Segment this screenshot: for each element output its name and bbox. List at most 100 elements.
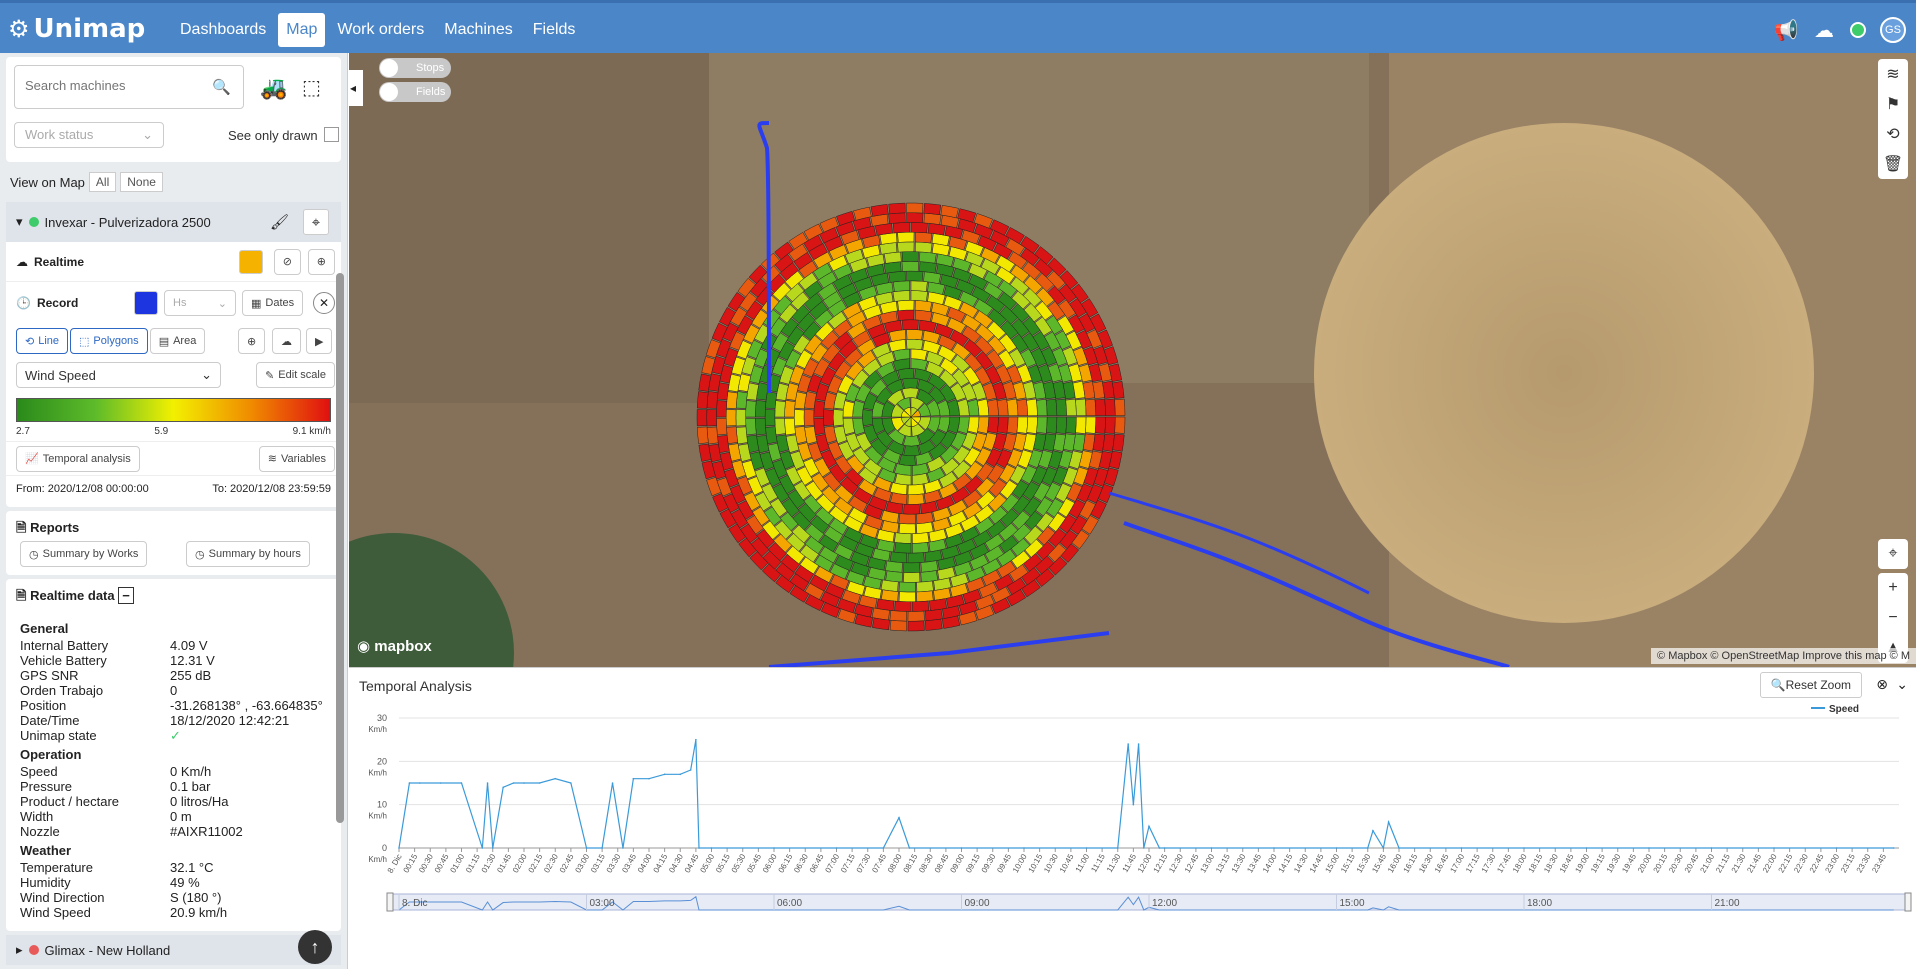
map-attribution[interactable]: © Mapbox © OpenStreetMap Improve this ma…	[1651, 648, 1916, 664]
polygons-mode-button[interactable]: ⬚ Polygons	[70, 328, 148, 354]
collapse-sidebar-button[interactable]: ◂	[349, 70, 363, 106]
x-tick-label: 08:45	[933, 852, 951, 874]
y-unit-label: Km/h	[368, 725, 387, 734]
dates-button[interactable]: ▦ Dates	[242, 290, 304, 316]
zoom-out-icon[interactable]: −	[1878, 603, 1908, 633]
record-color-swatch[interactable]	[134, 291, 158, 315]
data-value: 49 %	[170, 875, 200, 890]
machine2-header[interactable]: ▸ Glimax - New Holland	[6, 935, 341, 965]
top-icons: 📢 ☁ GS	[1774, 17, 1906, 43]
collapse-icon[interactable]: −	[118, 587, 134, 604]
x-tick-label: 02:45	[558, 852, 576, 874]
summary-by-hours-button[interactable]: ◷ Summary by hours	[186, 541, 310, 567]
search-icon[interactable]: 🔍	[212, 78, 231, 96]
area-mode-button[interactable]: ▤ Area	[149, 328, 206, 354]
work-status-select[interactable]: Work status ⌄	[14, 122, 164, 148]
x-tick-label: 20:00	[1636, 852, 1654, 874]
locate-icon[interactable]: ⌖	[1878, 539, 1908, 569]
close-icon[interactable]: ⊗	[1876, 676, 1888, 693]
map-polygon-cell	[745, 400, 757, 418]
speed-data-point	[698, 847, 700, 849]
x-tick-label: 14:00	[1261, 852, 1279, 874]
stops-toggle[interactable]: Stops	[379, 58, 451, 78]
chevron-down-icon[interactable]: ⌄	[1896, 676, 1908, 693]
mapbox-logo[interactable]: ◉ mapbox	[357, 637, 432, 655]
nav-machines[interactable]: Machines	[436, 13, 520, 47]
scroll-top-button[interactable]: ↑	[298, 930, 332, 964]
x-tick-label: 08:30	[917, 852, 935, 874]
reset-zoom-button[interactable]: 🔍Reset Zoom	[1759, 672, 1862, 698]
cloud-upload-icon[interactable]: ☁	[1812, 18, 1836, 42]
caret-right-icon[interactable]: ▸	[16, 942, 23, 958]
zoom-in-icon[interactable]: ⊕	[307, 248, 335, 275]
realtime-color-swatch[interactable]	[239, 249, 263, 274]
variable-select[interactable]: Wind Speed ⌄	[16, 362, 221, 388]
caret-down-icon[interactable]: ▾	[16, 214, 23, 230]
nav-work-orders[interactable]: Work orders	[329, 13, 432, 47]
tractor-icon[interactable]: 🚜	[260, 75, 287, 101]
nav-dashboards[interactable]: Dashboards	[172, 13, 274, 47]
map-polygon-cell	[1026, 398, 1038, 416]
megaphone-icon[interactable]: 📢	[1774, 18, 1799, 42]
edit-scale-button[interactable]: ✎ Edit scale	[256, 362, 335, 388]
line-mode-button[interactable]: ⟲ Line	[16, 328, 69, 354]
view-all-button[interactable]: All	[88, 172, 117, 192]
speed-chart[interactable]: 30Km/h20Km/h10Km/h0Km/h8. Dic00:1500:300…	[349, 698, 1916, 968]
cloud-download-icon[interactable]: ☁	[272, 328, 301, 354]
search-input[interactable]	[25, 78, 205, 93]
draw-polygon-icon[interactable]: ⬚	[302, 75, 321, 100]
summary-by-works-button[interactable]: ◷ Summary by Works	[20, 541, 148, 567]
map-polygon-cell	[862, 409, 874, 427]
sidebar-scrollbar[interactable]	[336, 273, 344, 823]
nav-map[interactable]: Map	[278, 13, 326, 47]
search-panel: 🔍 🚜 ⬚ Work status ⌄ See only drawn	[6, 57, 341, 162]
flag-icon[interactable]: ⚑	[1878, 89, 1908, 119]
map-view[interactable]: Stops Fields ◂ ≋ ⚑ ⟲ 🗑 ⌖ + − ▲ ◉ mapbox …	[349, 53, 1916, 667]
temporal-analysis-button[interactable]: 📈 Temporal analysis	[16, 445, 140, 472]
dates-label: Dates	[265, 297, 295, 309]
variables-button[interactable]: ≋ Variables	[258, 445, 335, 472]
map-polygon-cell	[898, 513, 916, 525]
speed-data-point	[601, 847, 603, 849]
chevron-down-icon: ⌄	[142, 127, 153, 142]
route-icon[interactable]: ⟲	[1878, 119, 1908, 149]
machine-panel: ▾ Invexar - Pulverizadora 2500 🖌 ⌖ ☁ Rea…	[6, 202, 341, 507]
map-canvas[interactable]	[349, 53, 1916, 667]
zoom-icon[interactable]: ⊕	[238, 328, 266, 354]
view-none-button[interactable]: None	[120, 172, 163, 192]
search-box[interactable]: 🔍	[14, 65, 244, 109]
map-polygon-cell	[735, 426, 748, 445]
machine-header[interactable]: ▾ Invexar - Pulverizadora 2500 🖌 ⌖	[6, 202, 341, 242]
data-row: Unimap state ✓	[6, 728, 341, 743]
map-polygon-cell	[903, 503, 921, 515]
see-only-drawn-checkbox[interactable]	[324, 127, 339, 142]
brush-icon[interactable]: 🖌	[270, 213, 289, 231]
trash-icon[interactable]: 🗑	[1878, 149, 1908, 179]
zoom-in-icon[interactable]: +	[1878, 573, 1908, 603]
realtime-data-panel: 🗎 Realtime data − General Internal Batte…	[6, 579, 341, 931]
fields-toggle[interactable]: Fields	[379, 82, 451, 102]
x-tick-label: 06:00	[761, 852, 779, 874]
data-row: Speed 0 Km/h	[6, 764, 341, 779]
close-icon[interactable]: ✕	[313, 292, 335, 314]
play-icon[interactable]: ▶	[306, 328, 333, 354]
map-polygon-cell	[894, 473, 912, 486]
speed-data-point	[523, 782, 525, 784]
speed-data-point	[512, 782, 515, 784]
x-tick-label: 01:45	[495, 852, 513, 874]
machine-name: Invexar - Pulverizadora 2500	[44, 214, 211, 230]
eye-off-icon[interactable]: ⊘	[273, 248, 301, 275]
hours-select[interactable]: Hs ⌄	[164, 290, 236, 316]
x-tick-label: 10:30	[1042, 852, 1060, 874]
target-icon[interactable]: ⌖	[303, 209, 329, 235]
avatar[interactable]: GS	[1880, 17, 1906, 43]
map-polygon-cell	[774, 400, 786, 418]
x-tick-label: 00:15	[402, 852, 420, 874]
speed-data-point	[1366, 847, 1369, 849]
x-tick-label: 17:45	[1495, 852, 1513, 874]
map-polygon-cell	[897, 300, 915, 311]
unimap-logo[interactable]: ⚙ Unimap	[8, 14, 145, 44]
nav-fields[interactable]: Fields	[525, 13, 584, 47]
layers-icon[interactable]: ≋	[1878, 59, 1908, 89]
speed-data-point	[1163, 847, 1166, 849]
